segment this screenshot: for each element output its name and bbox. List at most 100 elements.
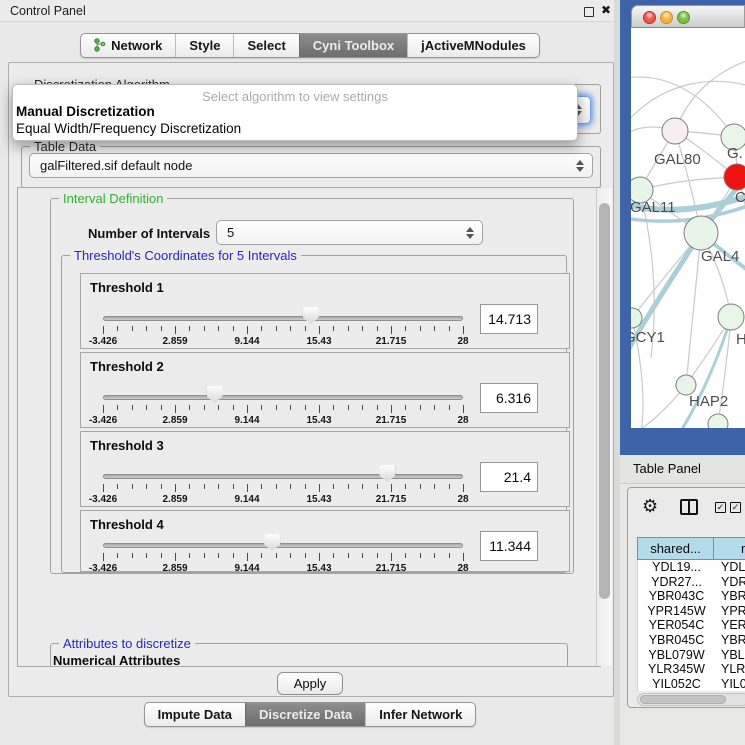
slider-tick: [319, 326, 320, 334]
cell-shared-name: YDL19...: [638, 560, 715, 574]
slider-tick: [319, 484, 320, 492]
threshold-panel-1: Threshold 1-3.4262.8599.14415.4321.71528…: [80, 273, 570, 349]
slider-tick: [391, 484, 392, 492]
slider-tick: [319, 553, 320, 561]
slider-track[interactable]: [103, 395, 463, 400]
network-node-c[interactable]: [724, 164, 745, 190]
slider-tick: [261, 484, 262, 489]
node-label: G.: [727, 145, 743, 162]
table-hscrollbar-thumb[interactable]: [640, 695, 726, 704]
slider-tick: [132, 484, 133, 489]
slider-tick: [218, 553, 219, 558]
threshold-value-field[interactable]: 6.316: [480, 383, 538, 413]
slider-tick: [247, 553, 248, 561]
node-label: GAL80: [654, 151, 701, 168]
table-rows: YDL19...YDL1YDR27...YDR2YBR043CYBR0YPR14…: [637, 560, 745, 691]
table-horizontal-scrollbar[interactable]: [637, 693, 745, 706]
slider-tick: [405, 553, 406, 558]
threshold-value-field[interactable]: 14.713: [480, 304, 538, 334]
threshold-value-field[interactable]: 11.344: [480, 531, 538, 561]
table-row[interactable]: YBL079WYBL0: [638, 647, 745, 662]
float-panel-icon[interactable]: [584, 7, 594, 17]
network-node-hap2[interactable]: [676, 375, 696, 395]
tick-label: 15.43: [306, 336, 331, 347]
algorithm-option-manual-discretization[interactable]: Manual Discretization: [16, 104, 155, 119]
algorithm-option-equal-width-frequency-discretization[interactable]: Equal Width/Frequency Discretization: [16, 121, 241, 136]
cell-name: YLR3: [715, 662, 745, 676]
slider-tick: [175, 484, 176, 492]
table-row[interactable]: YLR345WYLR3: [638, 662, 745, 677]
attributes-group: Attributes to discretize Numerical Attri…: [50, 643, 568, 667]
slider-thumb[interactable]: [207, 386, 223, 403]
table-row[interactable]: YBR045CYBR0: [638, 633, 745, 648]
table-row[interactable]: YIL052CYIL0: [638, 676, 745, 691]
slider-track[interactable]: [103, 474, 463, 479]
slider-track[interactable]: [103, 543, 463, 548]
threshold-value-field[interactable]: 21.4: [480, 462, 538, 492]
tick-label: 2.859: [162, 336, 187, 347]
column-header-name[interactable]: n: [714, 537, 745, 560]
tab-select[interactable]: Select: [233, 34, 298, 57]
network-window-titlebar[interactable]: [631, 5, 745, 28]
slider-tick: [348, 484, 349, 489]
settings-scrollbar[interactable]: [596, 188, 612, 666]
settings-scrollbar-thumb[interactable]: [599, 203, 610, 599]
network-node-h[interactable]: [718, 304, 744, 330]
node-label: GCY1: [631, 329, 665, 346]
tick-label: 21.715: [376, 494, 407, 505]
tab-infer-network[interactable]: Infer Network: [365, 703, 475, 726]
network-node-gal4[interactable]: [684, 216, 718, 250]
threshold-panel-3: Threshold 3-3.4262.8599.14415.4321.71528…: [80, 431, 570, 507]
zoom-window-button[interactable]: [677, 11, 690, 24]
slider-tick: [377, 553, 378, 558]
node-label: HAP2: [689, 393, 728, 410]
tab-network[interactable]: Network: [81, 34, 175, 57]
tab-style[interactable]: Style: [175, 34, 233, 57]
node-label: C: [735, 189, 745, 206]
table-row[interactable]: YDL19...YDL1: [638, 560, 745, 575]
table-row[interactable]: YPR145WYPR1: [638, 604, 745, 619]
network-canvas[interactable]: GAL80G.CGAL11GAL4GCY1HHAP2: [631, 28, 745, 428]
slider-track[interactable]: [103, 316, 463, 321]
table-data-combobox[interactable]: galFiltered.sif default node: [29, 153, 593, 178]
checkbox-column-icon[interactable]: ✓: [715, 502, 726, 513]
checkbox-column-icon[interactable]: ✓: [730, 502, 741, 513]
slider-tick: [146, 484, 147, 489]
node-label: H: [736, 331, 745, 348]
slider-tick: [463, 553, 464, 561]
tab-impute-data[interactable]: Impute Data: [145, 703, 245, 726]
settings-gear-icon[interactable]: ⚙: [642, 496, 658, 517]
number-of-intervals-combobox[interactable]: 5: [216, 220, 483, 245]
slider-tick: [146, 326, 147, 331]
apply-button[interactable]: Apply: [277, 672, 343, 695]
slider-tick: [449, 553, 450, 558]
close-panel-icon[interactable]: ✖: [601, 3, 611, 17]
tick-label: 21.715: [376, 336, 407, 347]
slider-thumb[interactable]: [303, 307, 319, 324]
table-row[interactable]: YBR043CYBR0: [638, 589, 745, 604]
cell-name: YDR2: [715, 575, 745, 589]
slider-tick: [175, 553, 176, 561]
tab-jactivemnodules[interactable]: jActiveMNodules: [407, 34, 539, 57]
table-row[interactable]: YDR27...YDR2: [638, 575, 745, 590]
cell-name: YER0: [715, 618, 745, 632]
slider-thumb[interactable]: [379, 465, 395, 482]
node-label: GAL4: [701, 248, 739, 265]
slider-thumb[interactable]: [264, 534, 280, 551]
table-row[interactable]: YER054CYER0: [638, 618, 745, 633]
slider-tick: [362, 405, 363, 410]
slider-tick: [463, 326, 464, 334]
close-window-button[interactable]: [643, 11, 656, 24]
slider-tick: [175, 405, 176, 413]
tab-cyni-toolbox[interactable]: Cyni Toolbox: [299, 34, 407, 57]
minimize-window-button[interactable]: [660, 11, 673, 24]
tab-discretize-data[interactable]: Discretize Data: [245, 703, 365, 726]
slider-tick: [348, 326, 349, 331]
cell-shared-name: YER054C: [638, 618, 715, 632]
column-header-shared-name[interactable]: shared...: [637, 537, 714, 560]
split-columns-icon[interactable]: [680, 499, 698, 515]
network-node-gal80[interactable]: [662, 118, 688, 144]
combo-arrows-icon: [576, 160, 584, 172]
slider-tick: [103, 326, 104, 334]
network-node[interactable]: [708, 414, 728, 428]
